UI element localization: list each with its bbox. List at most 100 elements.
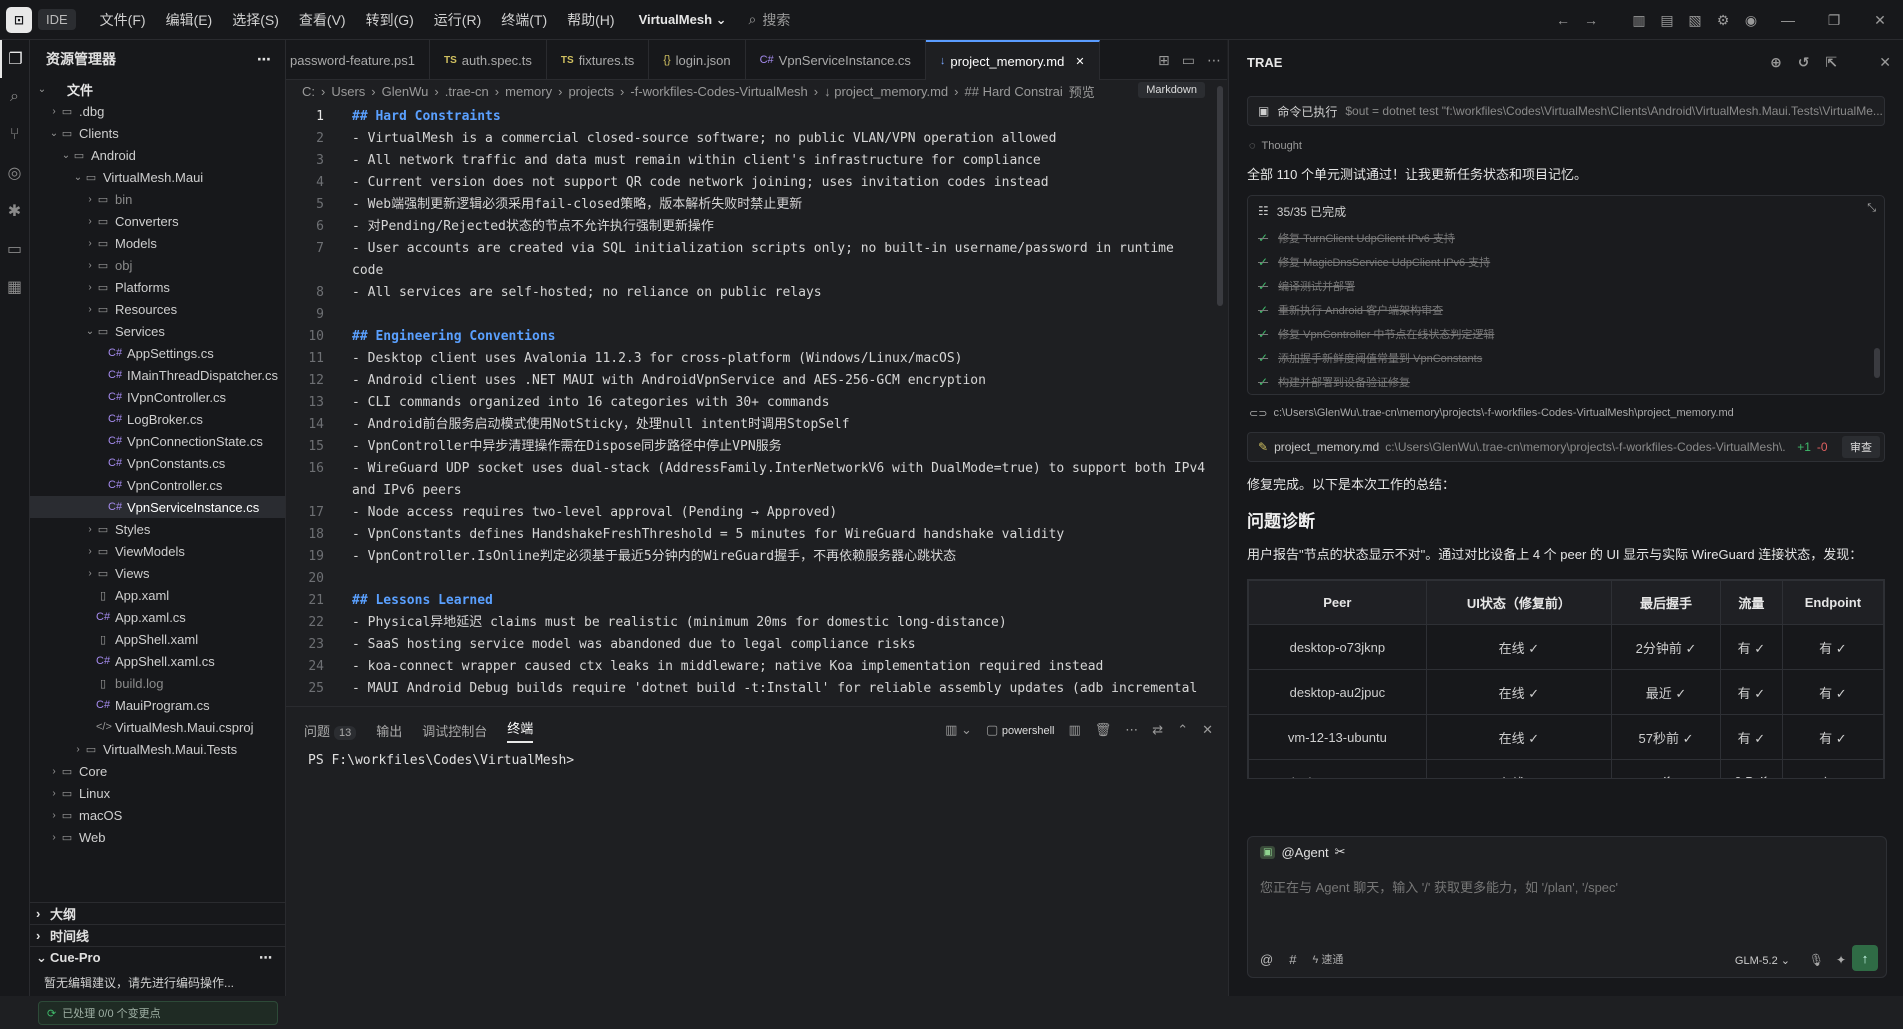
thought-toggle[interactable]: ◌ Thought bbox=[1249, 140, 1885, 152]
cue-section[interactable]: ⌄ Cue-Pro ⋯ bbox=[30, 946, 286, 968]
tree-folder[interactable]: › ▭ Web bbox=[30, 826, 285, 848]
split-terminal-icon[interactable]: ▥ bbox=[1068, 722, 1080, 738]
tree-folder[interactable]: › ▭ .dbg bbox=[30, 100, 285, 122]
more-icon[interactable]: ⋯ bbox=[257, 51, 271, 68]
tree-file[interactable]: C# AppShell.xaml.cs bbox=[30, 650, 285, 672]
model-selector[interactable]: GLM-5.2 ⌄ bbox=[1735, 954, 1790, 967]
close-panel-icon[interactable]: ✕ bbox=[1202, 722, 1213, 738]
toggle-sidebar-icon[interactable]: ▥ bbox=[1625, 12, 1653, 29]
tree-file[interactable]: C# VpnConstants.cs bbox=[30, 452, 285, 474]
tree-file[interactable]: C# AppSettings.cs bbox=[30, 342, 285, 364]
breadcrumb-item[interactable]: Users bbox=[331, 84, 365, 99]
hash-icon[interactable]: # bbox=[1289, 952, 1296, 967]
menu-go[interactable]: 转到(G) bbox=[356, 10, 424, 30]
remote-icon[interactable]: ▭ bbox=[0, 230, 29, 268]
tree-folder[interactable]: › ▭ macOS bbox=[30, 804, 285, 826]
tree-folder[interactable]: › ▭ VirtualMesh.Maui.Tests bbox=[30, 738, 285, 760]
breadcrumb-item[interactable]: C: bbox=[302, 84, 315, 99]
outline-section[interactable]: › 大纲 bbox=[30, 902, 286, 924]
tree-folder[interactable]: › ▭ Linux bbox=[30, 782, 285, 804]
menu-selection[interactable]: 选择(S) bbox=[222, 10, 289, 30]
menu-terminal[interactable]: 终端(T) bbox=[491, 10, 557, 30]
tree-file[interactable]: ▯ build.log bbox=[30, 672, 285, 694]
editor-tab[interactable]: ↓ project_memory.md ✕ bbox=[925, 40, 1100, 80]
terminal-output[interactable]: PS F:\workfiles\Codes\VirtualMesh> bbox=[286, 753, 1227, 768]
editor-tab[interactable]: TS auth.spec.ts bbox=[430, 40, 547, 80]
menu-view[interactable]: 查看(V) bbox=[289, 10, 356, 30]
menu-help[interactable]: 帮助(H) bbox=[557, 10, 624, 30]
history-icon[interactable]: ↺ bbox=[1798, 54, 1810, 71]
tree-file[interactable]: C# App.xaml.cs bbox=[30, 606, 285, 628]
tree-folder[interactable]: › ▭ bin bbox=[30, 188, 285, 210]
breadcrumb-item[interactable]: GlenWu bbox=[382, 84, 429, 99]
tree-folder[interactable]: ⌄ ▭ VirtualMesh.Maui bbox=[30, 166, 285, 188]
panel-more-icon[interactable]: ⋯ bbox=[1125, 722, 1138, 738]
todo-header[interactable]: ☷ 35/35 已完成 bbox=[1248, 196, 1884, 226]
tree-folder[interactable]: › ▭ Views bbox=[30, 562, 285, 584]
send-button[interactable]: ↑ bbox=[1852, 945, 1878, 971]
project-switcher[interactable]: VirtualMesh ⌄ bbox=[639, 12, 727, 28]
editor-tab[interactable]: C# VpnServiceInstance.cs bbox=[746, 40, 926, 80]
editor-scrollbar[interactable] bbox=[1217, 86, 1223, 306]
back-arrow-icon[interactable]: ← bbox=[1549, 12, 1577, 28]
tab-problems[interactable]: 问题 13 bbox=[304, 721, 357, 740]
open-external-icon[interactable]: ⇱ bbox=[1826, 54, 1838, 71]
tree-folder[interactable]: ⌄ ▭ Services bbox=[30, 320, 285, 342]
tree-folder[interactable]: › ▭ Resources bbox=[30, 298, 285, 320]
todo-scrollbar[interactable] bbox=[1874, 348, 1880, 378]
toggle-aux-icon[interactable]: ▧ bbox=[1681, 12, 1709, 29]
bug-icon[interactable]: ✱ bbox=[0, 192, 29, 230]
collapse-icon[interactable]: ⤡ bbox=[1867, 202, 1876, 215]
trash-icon[interactable]: 🗑 bbox=[1095, 722, 1112, 738]
settings-gear-icon[interactable]: ⚙ bbox=[1709, 12, 1737, 29]
breadcrumb-item[interactable]: ## Hard Constrai bbox=[965, 84, 1063, 99]
tree-file[interactable]: ▯ App.xaml bbox=[30, 584, 285, 606]
tree-file[interactable]: C# VpnServiceInstance.cs bbox=[30, 496, 285, 518]
breadcrumb-item[interactable]: .trae-cn bbox=[445, 84, 489, 99]
tree-file[interactable]: C# VpnConnectionState.cs bbox=[30, 430, 285, 452]
review-button[interactable]: 审查 bbox=[1842, 436, 1880, 458]
tree-file[interactable]: C# MauiProgram.cs bbox=[30, 694, 285, 716]
breadcrumb-item[interactable]: projects bbox=[568, 84, 614, 99]
tab-output[interactable]: 输出 bbox=[376, 721, 402, 740]
new-terminal-icon[interactable]: ▥ ⌄ bbox=[945, 722, 972, 738]
tree-folder[interactable]: › ▭ Converters bbox=[30, 210, 285, 232]
tree-folder[interactable]: ⌄ ▭ Android bbox=[30, 144, 285, 166]
microphone-icon[interactable]: 🎙 bbox=[1809, 953, 1824, 967]
tab-terminal[interactable]: 终端 bbox=[507, 718, 534, 743]
command-search[interactable]: ⌕ 搜索 bbox=[749, 10, 791, 30]
toggle-panel-icon[interactable]: ▤ bbox=[1653, 12, 1681, 29]
tree-folder[interactable]: › ▭ ViewModels bbox=[30, 540, 285, 562]
tab-debug-console[interactable]: 调试控制台 bbox=[422, 721, 487, 740]
tree-file[interactable]: ▯ AppShell.xaml bbox=[30, 628, 285, 650]
close-window-icon[interactable]: ✕ bbox=[1857, 12, 1903, 29]
changed-file-card[interactable]: ✎ project_memory.md c:\Users\GlenWu\.trae-… bbox=[1247, 432, 1885, 462]
tree-folder[interactable]: ⌄ ▭ Clients bbox=[30, 122, 285, 144]
minimize-icon[interactable]: — bbox=[1765, 12, 1811, 28]
memory-path[interactable]: ⊂⊃ c:\Users\GlenWu\.trae-cn\memory\projec… bbox=[1249, 407, 1885, 420]
editor-tab[interactable]: password-feature.ps1 bbox=[286, 40, 431, 80]
tree-file[interactable]: C# LogBroker.cs bbox=[30, 408, 285, 430]
preview-icon[interactable]: ⊞ bbox=[1158, 52, 1170, 69]
editor-more-icon[interactable]: ⋯ bbox=[1207, 52, 1221, 69]
explorer-icon[interactable]: ❐ bbox=[0, 40, 29, 78]
language-tag[interactable]: Markdown bbox=[1138, 82, 1205, 98]
source-control-icon[interactable]: ⑂ bbox=[0, 116, 29, 154]
tree-file[interactable]: </> VirtualMesh.Maui.csproj bbox=[30, 716, 285, 738]
editor-tab[interactable]: TS fixtures.ts bbox=[547, 40, 650, 80]
mention-icon[interactable]: @ bbox=[1260, 952, 1273, 967]
sync-icon[interactable]: ⇄ bbox=[1152, 722, 1163, 738]
agent-selector[interactable]: ▣ @Agent ✂ bbox=[1248, 837, 1886, 867]
breadcrumb-item[interactable]: ↓ project_memory.md bbox=[824, 84, 948, 99]
ide-mode-tag[interactable]: IDE bbox=[38, 9, 76, 30]
split-editor-icon[interactable]: ▭ bbox=[1182, 52, 1195, 69]
tree-file[interactable]: C# IVpnController.cs bbox=[30, 386, 285, 408]
tree-folder[interactable]: › ▭ Core bbox=[30, 760, 285, 782]
tree-folder[interactable]: › ▭ Platforms bbox=[30, 276, 285, 298]
tree-folder[interactable]: ⌄ 文件 bbox=[30, 78, 285, 100]
chat-input-placeholder[interactable]: 您正在与 Agent 聊天，输入 '/' 获取更多能力，如 '/plan', '… bbox=[1248, 867, 1886, 906]
menu-file[interactable]: 文件(F) bbox=[90, 10, 156, 30]
close-chat-icon[interactable]: ✕ bbox=[1879, 54, 1891, 71]
close-tab-icon[interactable]: ✕ bbox=[1075, 55, 1084, 68]
maximize-icon[interactable]: ❐ bbox=[1811, 12, 1857, 29]
